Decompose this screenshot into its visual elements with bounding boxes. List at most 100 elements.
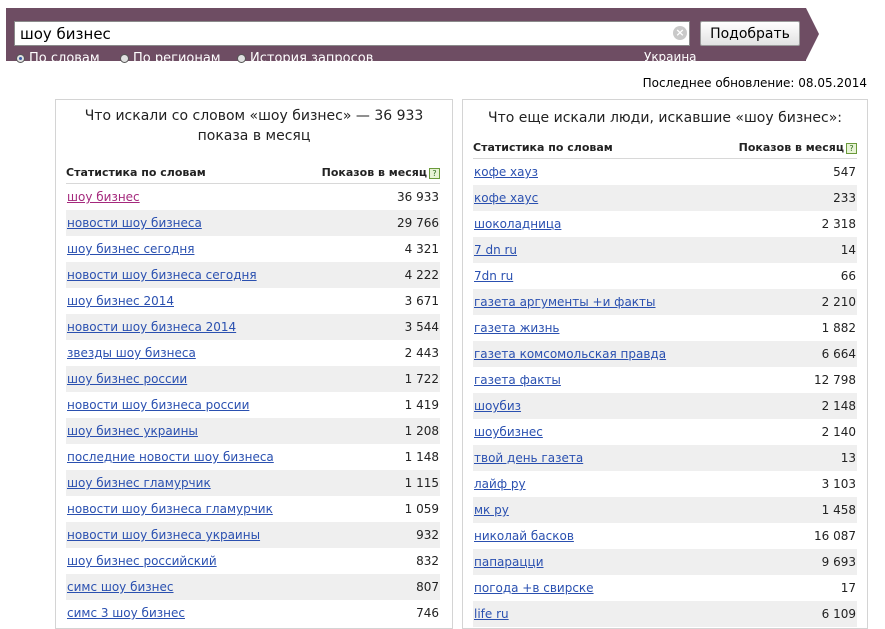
phrase-link[interactable]: последние новости шоу бизнеса [67, 450, 274, 464]
table-row: шоу бизнес 2014 3 671 [66, 288, 440, 314]
table-row: николай басков 16 087 [473, 523, 857, 549]
radio-icon[interactable] [120, 54, 129, 63]
phrase-link[interactable]: николай басков [474, 529, 574, 543]
table-row: газета комсомольская правда 6 664 [473, 341, 857, 367]
impression-count: 16 087 [814, 529, 856, 543]
clear-icon[interactable]: × [673, 26, 687, 40]
table-row: шоу бизнес российский 832 [66, 548, 440, 574]
panel-title: Что искали со словом «шоу бизнес» — 36 9… [84, 108, 424, 144]
column-count: Показов в месяц? [739, 141, 857, 154]
table-row: звезды шоу бизнеса 2 443 [66, 340, 440, 366]
search-input[interactable] [14, 21, 690, 46]
phrase-link[interactable]: газета аргументы +и факты [474, 295, 656, 309]
phrase-link[interactable]: 7 dn ru [474, 243, 517, 257]
impression-count: 17 [840, 581, 856, 595]
phrase-link[interactable]: лайф ру [474, 477, 526, 491]
filter-by-words[interactable]: По словам [16, 51, 100, 66]
table-row: газета факты 12 798 [473, 367, 857, 393]
table-row: шоу бизнес гламурчик 1 115 [66, 470, 440, 496]
phrase-link[interactable]: новости шоу бизнеса гламурчик [67, 502, 273, 516]
phrase-link[interactable]: симс шоу бизнес [67, 580, 174, 594]
phrase-link[interactable]: шоу бизнес 2014 [67, 294, 174, 308]
phrase-link[interactable]: новости шоу бизнеса 2014 [67, 320, 236, 334]
column-phrase: Статистика по словам [66, 166, 206, 179]
search-bar: × Подобрать По словам По регионам Истори… [6, 8, 806, 66]
phrase-link[interactable]: шоу бизнес сегодня [67, 242, 194, 256]
phrase-link[interactable]: шоколадница [474, 217, 561, 231]
impression-count: 1 458 [821, 503, 856, 517]
phrase-link[interactable]: новости шоу бизнеса украины [67, 528, 260, 542]
phrase-link[interactable]: шоубиз [474, 399, 521, 413]
phrase-link[interactable]: твой день газета [474, 451, 583, 465]
phrase-link[interactable]: шоу бизнес гламурчик [67, 476, 211, 490]
impression-count: 4 321 [404, 242, 439, 256]
phrase-link[interactable]: шоу бизнес [67, 190, 140, 204]
impression-count: 3 671 [404, 294, 439, 308]
region-link[interactable]: Украина [644, 50, 697, 64]
phrase-link[interactable]: новости шоу бизнеса россии [67, 398, 249, 412]
phrase-link[interactable]: новости шоу бизнеса [67, 216, 202, 230]
phrase-link[interactable]: симс 3 шоу бизнес [67, 606, 185, 620]
also-searched-panel: Что еще искали люди, искавшие «шоу бизне… [462, 99, 868, 629]
impression-count: 66 [840, 269, 856, 283]
help-icon[interactable]: ? [846, 142, 857, 154]
phrase-link[interactable]: газета комсомольская правда [474, 347, 666, 361]
filter-by-regions[interactable]: По регионам [120, 51, 221, 66]
impression-count: 6 664 [821, 347, 856, 361]
table-row: новости шоу бизнеса гламурчик 1 059 [66, 496, 440, 522]
phrase-link[interactable]: шоубизнес [474, 425, 543, 439]
phrase-link[interactable]: шоу бизнес российский [67, 554, 217, 568]
table-row: шоу бизнес 36 933 [66, 184, 440, 210]
submit-button[interactable]: Подобрать [700, 21, 800, 46]
impression-count: 6 109 [821, 607, 856, 621]
table-row: шоу бизнес сегодня 4 321 [66, 236, 440, 262]
help-icon[interactable]: ? [429, 167, 440, 179]
phrase-list: кофе хауз 547 кофе хаус 233 шоколадница 2 318… [473, 159, 857, 627]
filter-label: По словам [29, 51, 100, 66]
radio-checked-icon[interactable] [16, 54, 25, 63]
impression-count: 746 [416, 606, 439, 620]
impression-count: 29 766 [397, 216, 439, 230]
impression-count: 807 [416, 580, 439, 594]
column-count: Показов в месяц? [322, 166, 440, 179]
panel-title: Что еще искали люди, искавшие «шоу бизне… [487, 110, 843, 126]
phrase-link[interactable]: кофе хауз [474, 165, 538, 179]
table-row: кофе хауз 547 [473, 159, 857, 185]
phrase-link[interactable]: папарацци [474, 555, 544, 569]
phrase-link[interactable]: 7dn ru [474, 269, 513, 283]
phrase-link[interactable]: газета факты [474, 373, 561, 387]
table-row: новости шоу бизнеса украины 932 [66, 522, 440, 548]
impression-count: 4 222 [404, 268, 439, 282]
impression-count: 1 722 [404, 372, 439, 386]
table-header: Статистика по словам Показов в месяц? [66, 162, 440, 184]
table-row: life ru 6 109 [473, 601, 857, 627]
impression-count: 1 419 [404, 398, 439, 412]
filter-label: История запросов [250, 51, 374, 66]
filter-label: По регионам [133, 51, 221, 66]
table-row: погода +в свирске 17 [473, 575, 857, 601]
impression-count: 1 148 [404, 450, 439, 464]
phrase-list: шоу бизнес 36 933 новости шоу бизнеса 29 76… [66, 184, 440, 626]
phrase-link[interactable]: кофе хаус [474, 191, 538, 205]
table-row: шоколадница 2 318 [473, 211, 857, 237]
filter-query-history[interactable]: История запросов [237, 51, 373, 66]
table-row: новости шоу бизнеса 2014 3 544 [66, 314, 440, 340]
table-row: папарацци 9 693 [473, 549, 857, 575]
phrase-link[interactable]: звезды шоу бизнеса [67, 346, 196, 360]
impression-count: 547 [833, 165, 856, 179]
table-row: шоу бизнес россии 1 722 [66, 366, 440, 392]
phrase-link[interactable]: погода +в свирске [474, 581, 594, 595]
impression-count: 2 140 [821, 425, 856, 439]
phrase-link[interactable]: life ru [474, 607, 509, 621]
phrase-link[interactable]: шоу бизнес россии [67, 372, 187, 386]
impression-count: 1 208 [404, 424, 439, 438]
table-row: мк ру 1 458 [473, 497, 857, 523]
radio-icon[interactable] [237, 54, 246, 63]
column-phrase: Статистика по словам [473, 141, 613, 154]
table-row: новости шоу бизнеса сегодня 4 222 [66, 262, 440, 288]
table-row: симс 3 шоу бизнес 746 [66, 600, 440, 626]
phrase-link[interactable]: новости шоу бизнеса сегодня [67, 268, 257, 282]
phrase-link[interactable]: мк ру [474, 503, 509, 517]
phrase-link[interactable]: шоу бизнес украины [67, 424, 198, 438]
phrase-link[interactable]: газета жизнь [474, 321, 560, 335]
